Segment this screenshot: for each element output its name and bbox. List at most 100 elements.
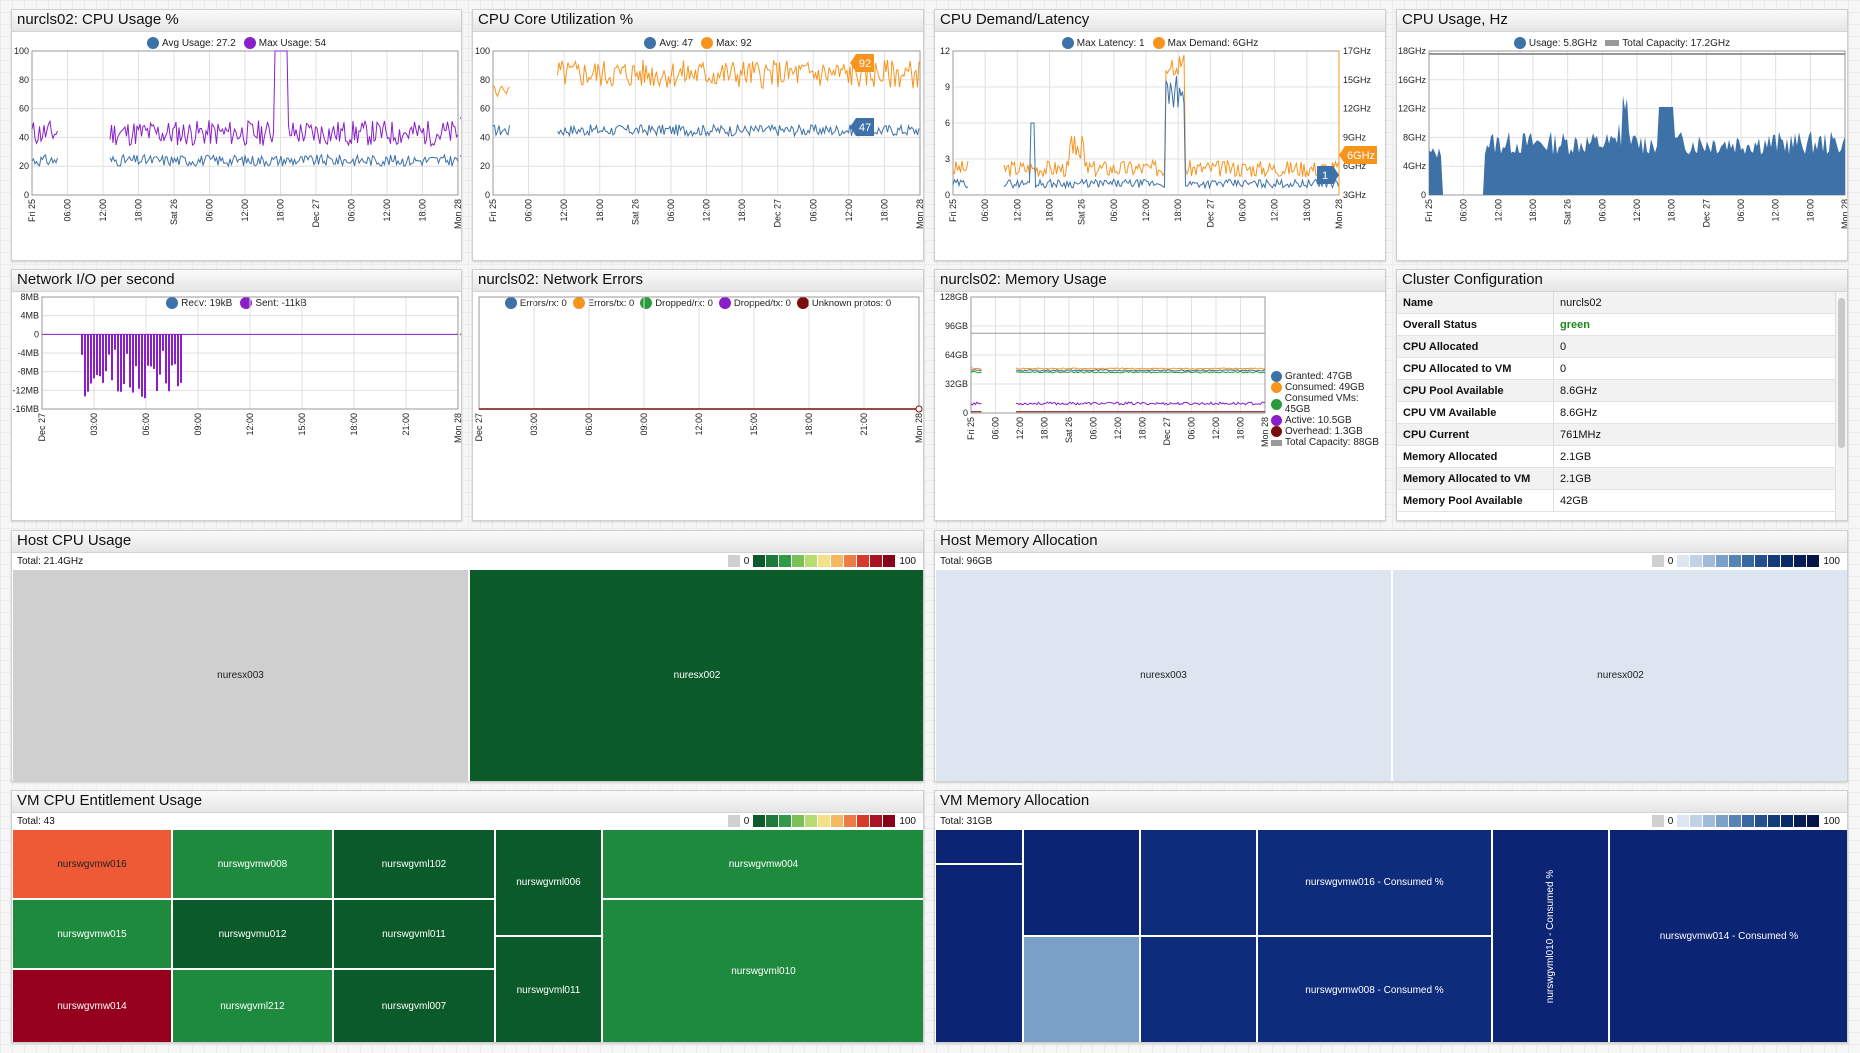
treemap-cell[interactable]: nurswgvmw014 - Consumed %	[1609, 829, 1847, 1042]
config-key: CPU VM Available	[1397, 402, 1554, 423]
x-tick-label: 06:00	[1597, 199, 1607, 222]
y-tick-label: -8MB	[17, 367, 39, 377]
x-tick-label: 12:00	[1012, 199, 1022, 222]
treemap-cell[interactable]: nurswgvmu012	[172, 899, 333, 969]
config-row: Memory Allocated to VM 2.1GB	[1397, 468, 1835, 490]
cell-label: nurswgvmw008 - Consumed %	[1305, 984, 1444, 996]
scrollbar-thumb[interactable]	[1838, 298, 1845, 448]
x-tick-label: 12:00	[1141, 199, 1151, 222]
treemap-cell[interactable]: nurswgvmw004	[602, 829, 923, 899]
y-tick-label: 16GHz	[1398, 75, 1427, 85]
treemap-cell[interactable]: nurswgvmw016	[12, 829, 172, 899]
treemap-cell[interactable]	[935, 829, 1023, 864]
treemap-header: Total: 96GB 0 100	[935, 553, 1847, 569]
config-row: Name nurcls02	[1397, 292, 1835, 314]
y-tick-label: 0	[963, 408, 968, 418]
legend-dot	[1271, 426, 1282, 437]
scale-swatch	[844, 815, 857, 827]
scale-swatch	[1703, 555, 1716, 567]
treemap-cell[interactable]: nurswgvml007	[333, 969, 495, 1042]
config-row: Memory Pool Available 42GB	[1397, 490, 1835, 512]
cell-label: nurswgvmw008	[217, 858, 288, 870]
x-tick-label: 18:00	[1236, 417, 1246, 440]
color-scale: 0 100	[727, 815, 919, 827]
treemap-cell[interactable]: nurswgvmw016 - Consumed %	[1257, 829, 1492, 936]
x-tick-label: Mon 28	[1334, 199, 1344, 229]
scale-swatch	[1690, 815, 1703, 827]
legend-item[interactable]: Consumed VMs: 45GB	[1271, 393, 1385, 415]
avg-value-badge	[460, 154, 461, 158]
legend-item[interactable]: Total Capacity: 88GB	[1271, 437, 1385, 448]
treemap-cell[interactable]: nurswgvml212	[172, 969, 333, 1042]
x-tick-label: 12:00	[1113, 417, 1123, 440]
network-io-widget: Network I/O per second Recv: 19kB Sent: …	[11, 269, 462, 521]
cell-label: nurswgvml011	[516, 984, 581, 996]
treemap-cell[interactable]	[935, 864, 1023, 1042]
treemap-cell[interactable]: nuresx002	[469, 569, 923, 781]
treemap-cell[interactable]: nurswgvmw015	[12, 899, 172, 969]
legend-dot	[1271, 382, 1282, 393]
y-tick-label: 60	[480, 104, 490, 114]
treemap-cell[interactable]	[1023, 936, 1140, 1042]
treemap-cell[interactable]: nuresx003	[935, 569, 1392, 781]
scale-swatch	[727, 815, 740, 827]
config-key: CPU Pool Available	[1397, 380, 1554, 401]
y-tick-label: -12MB	[12, 385, 39, 395]
x-tick-label: 03:00	[89, 413, 99, 436]
core-util-chart: Fri 25 06:00 12:00 18:00 Sat 26 06:00 12:00 18:…	[475, 46, 923, 229]
y-right-tick-label: 3GHz	[1343, 190, 1367, 200]
cell-label: nuresx003	[1140, 670, 1187, 681]
memory-legend: Granted: 47GB Consumed: 49GB Consumed VM…	[1271, 371, 1385, 448]
treemap-cell[interactable]: nurswgvmw008 - Consumed %	[1257, 936, 1492, 1042]
legend-item[interactable]: Active: 10.5GB	[1271, 415, 1385, 426]
x-tick-label: 03:00	[529, 413, 539, 436]
config-scrollbar[interactable]	[1835, 292, 1847, 520]
treemap-cell[interactable]: nurswgvmw014	[12, 969, 172, 1042]
treemap-cell[interactable]: nurswgvml011	[495, 936, 602, 1042]
treemap-cell[interactable]: nurswgvml010	[602, 899, 923, 1042]
treemap-cell[interactable]: nurswgvml011	[333, 899, 495, 969]
scale-swatch	[831, 815, 844, 827]
treemap-cell[interactable]: nurswgvml006	[495, 829, 602, 936]
legend-item[interactable]: Consumed: 49GB	[1271, 382, 1385, 393]
cell-label: nurswgvmw015	[57, 928, 127, 940]
x-tick-label: Fri 25	[27, 199, 37, 222]
scale-swatch	[792, 555, 805, 567]
treemap-cell[interactable]: nurswgvml010 - Consumed %	[1492, 829, 1609, 1042]
treemap-cell[interactable]: nuresx002	[1392, 569, 1847, 781]
cell-label: nurswgvmw016 - Consumed %	[1305, 877, 1444, 888]
latency-value-badge-label: 1	[1322, 170, 1328, 182]
treemap-cell[interactable]	[1023, 829, 1140, 936]
treemap-cell[interactable]	[1140, 829, 1257, 936]
y-right-tick-label: 15GHz	[1343, 75, 1372, 85]
treemap-cell[interactable]: nurswgvmw008	[172, 829, 333, 899]
x-tick-label: 06:00	[1109, 199, 1119, 222]
cell-label: nurswgvml010 - Consumed %	[1545, 869, 1557, 1004]
treemap-cell[interactable]	[1140, 936, 1257, 1042]
config-value-status: green	[1560, 318, 1590, 331]
x-tick-label: 12:00	[1211, 417, 1221, 440]
vm-mem-widget: VM Memory Allocation Total: 31GB 0 100 nu…	[934, 790, 1848, 1043]
y-tick-label: 64GB	[945, 350, 968, 360]
y-tick-label: 8GHz	[1403, 132, 1427, 142]
y-right-tick-label: 12GHz	[1343, 104, 1372, 114]
cpu-usage-chart: Fri 25 06:00 12:00 18:00 Sat 26 06:00 12:00 18:…	[14, 46, 461, 229]
scale-swatch	[727, 555, 740, 567]
treemap-cell[interactable]: nurswgvml102	[333, 829, 495, 899]
x-tick-label: 06:00	[347, 199, 357, 222]
treemap-cell[interactable]: nuresx003	[12, 569, 469, 781]
x-tick-label: 06:00	[141, 413, 151, 436]
legend-item[interactable]: Granted: 47GB	[1271, 371, 1385, 382]
x-tick-label: Dec 27	[1205, 199, 1215, 228]
treemap-total: Total: 43	[17, 816, 55, 827]
x-tick-label: 18:00	[1528, 199, 1538, 222]
treemap-header: Total: 21.4GHz 0 100	[12, 553, 923, 569]
config-value: 42GB	[1560, 494, 1589, 507]
x-tick-label: 21:00	[401, 413, 411, 436]
legend-label: Consumed VMs: 45GB	[1284, 393, 1359, 415]
y-tick-label: 80	[19, 75, 29, 85]
legend-item[interactable]: Overhead: 1.3GB	[1271, 426, 1385, 437]
x-tick-label: Mon 28	[914, 413, 924, 443]
x-tick-label: 06:00	[980, 199, 990, 222]
scale-swatch	[1768, 555, 1781, 567]
